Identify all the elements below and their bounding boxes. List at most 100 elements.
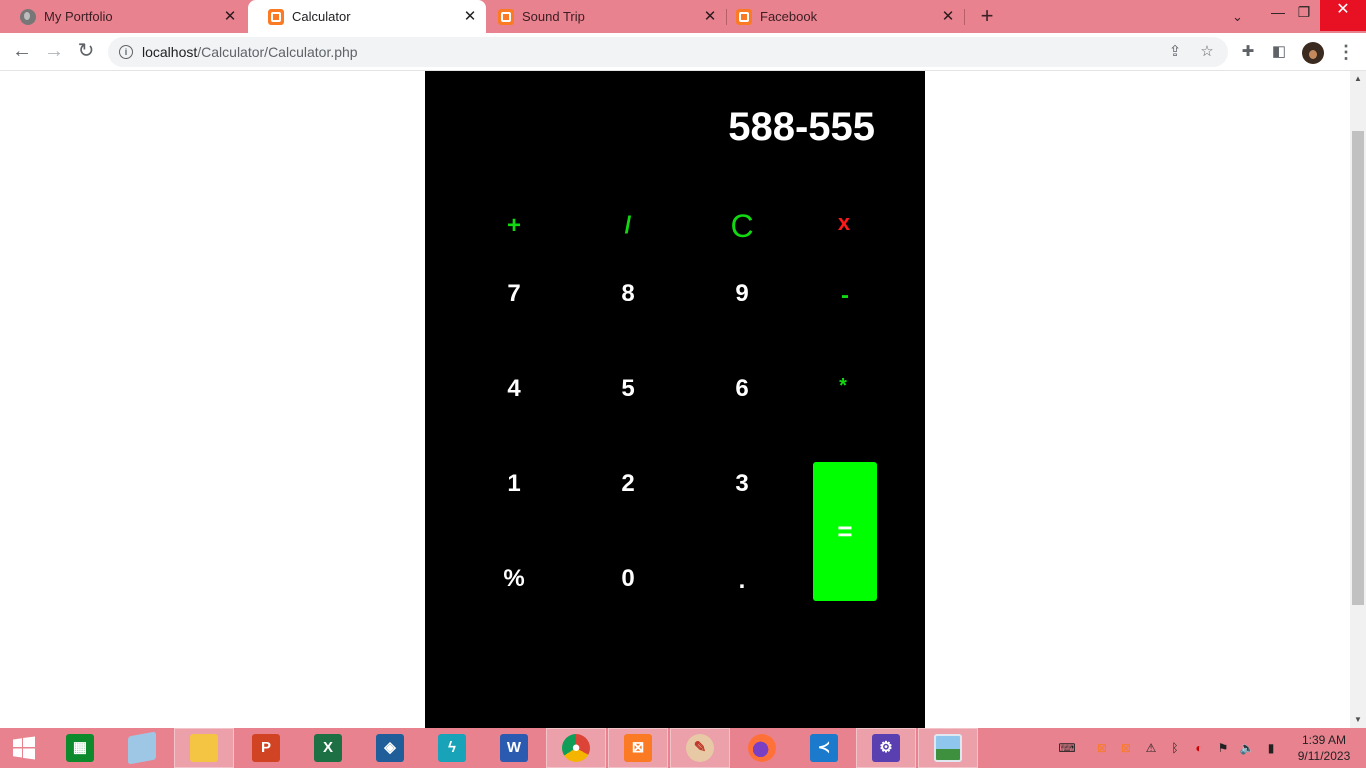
paint-icon[interactable]: ✎ bbox=[670, 728, 730, 768]
browser-toolbar: ← → ↻ i localhost/Calculator/Calculator.… bbox=[0, 33, 1366, 71]
virtualbox-icon[interactable]: ◈ bbox=[360, 728, 420, 768]
action-center-flag-icon[interactable]: ⚑ bbox=[1214, 739, 1232, 757]
virtualbox-glyph: ◈ bbox=[376, 734, 404, 762]
keyboard-icon[interactable]: ⌨ bbox=[1052, 739, 1082, 757]
clock-date: 9/11/2023 bbox=[1297, 749, 1351, 763]
tab-strip: My Portfolio ✕ Calculator ✕ Sound Trip ✕… bbox=[0, 0, 1366, 33]
tab-sound-trip[interactable]: Sound Trip ✕ bbox=[478, 0, 726, 33]
tab-title: My Portfolio bbox=[44, 9, 113, 24]
key-percent[interactable]: % bbox=[484, 557, 544, 601]
restore-icon[interactable]: ❐ bbox=[1294, 2, 1314, 28]
vscode-icon[interactable]: ≺ bbox=[794, 728, 854, 768]
word-glyph: W bbox=[500, 734, 528, 762]
xampp-icon bbox=[736, 8, 752, 25]
key-decimal[interactable]: . bbox=[712, 559, 772, 603]
tab-title: Facebook bbox=[760, 9, 818, 24]
volume-icon[interactable]: 🔈 bbox=[1238, 739, 1256, 757]
firefox-glyph bbox=[748, 734, 776, 762]
key-9[interactable]: 9 bbox=[712, 272, 772, 316]
tab-divider bbox=[964, 9, 965, 25]
xampp-icon bbox=[268, 8, 284, 25]
site-info-icon[interactable]: i bbox=[119, 45, 133, 59]
taskbar: ▦ P X ◈ ϟ W ● ⊠ ✎ ≺ ⚙ ⌨ ⊠ ⊠ ⚠ ᛒ ◐ ⚑ 🔈 ▮ … bbox=[0, 728, 1366, 768]
tab-title: Calculator bbox=[292, 9, 351, 24]
bolt-glyph: ϟ bbox=[438, 734, 466, 762]
excel-icon[interactable]: X bbox=[298, 728, 358, 768]
chrome-icon[interactable]: ● bbox=[546, 728, 606, 768]
tab-facebook[interactable]: Facebook ✕ bbox=[716, 0, 964, 33]
close-tab-icon[interactable]: ✕ bbox=[940, 8, 956, 25]
scrollbar-thumb[interactable] bbox=[1352, 131, 1364, 605]
profile-avatar[interactable] bbox=[1302, 42, 1324, 64]
key-close[interactable]: x bbox=[814, 201, 874, 245]
photos-icon[interactable] bbox=[918, 728, 978, 768]
key-minus[interactable]: - bbox=[815, 274, 875, 318]
bluetooth-icon[interactable]: ᛒ bbox=[1166, 739, 1184, 757]
key-6[interactable]: 6 bbox=[712, 367, 772, 411]
notepad-icon[interactable] bbox=[112, 728, 172, 768]
store-icon[interactable]: ▦ bbox=[50, 728, 110, 768]
side-panel-icon[interactable]: ◧ bbox=[1269, 42, 1289, 62]
tab-search-chevron-icon[interactable]: ⌄ bbox=[1232, 9, 1248, 24]
powerpoint-glyph: P bbox=[252, 734, 280, 762]
back-arrow-icon[interactable]: ← bbox=[10, 40, 34, 64]
gear-glyph: ⚙ bbox=[872, 734, 900, 762]
store-glyph: ▦ bbox=[66, 734, 94, 762]
share-icon[interactable]: ⇪ bbox=[1166, 43, 1184, 61]
key-divide[interactable]: / bbox=[598, 204, 658, 248]
key-equals[interactable]: = bbox=[813, 462, 877, 601]
key-1[interactable]: 1 bbox=[484, 462, 544, 506]
tab-calculator[interactable]: Calculator ✕ bbox=[248, 0, 486, 33]
bookmark-star-icon[interactable]: ☆ bbox=[1198, 43, 1216, 61]
antivirus-icon[interactable]: ◐ bbox=[1190, 739, 1208, 757]
file-explorer-icon[interactable] bbox=[174, 728, 234, 768]
tab-title: Sound Trip bbox=[522, 9, 585, 24]
scroll-down-arrow-icon[interactable]: ▼ bbox=[1350, 712, 1366, 728]
xampp-tray-icon-2[interactable]: ⊠ bbox=[1118, 739, 1134, 757]
clock-time: 1:39 AM bbox=[1301, 733, 1347, 747]
key-8[interactable]: 8 bbox=[598, 272, 658, 316]
kebab-menu-icon[interactable]: ⋮ bbox=[1337, 41, 1355, 63]
url-text[interactable]: localhost/Calculator/Calculator.php bbox=[142, 44, 358, 60]
scroll-up-arrow-icon[interactable]: ▲ bbox=[1350, 71, 1366, 87]
windows-start-icon[interactable] bbox=[0, 728, 48, 768]
key-plus[interactable]: + bbox=[484, 204, 544, 248]
firefox-icon[interactable] bbox=[732, 728, 792, 768]
power-automate-icon[interactable]: ϟ bbox=[422, 728, 482, 768]
key-2[interactable]: 2 bbox=[598, 462, 658, 506]
battery-icon[interactable]: ▮ bbox=[1262, 739, 1280, 757]
new-tab-button[interactable]: + bbox=[976, 5, 998, 28]
chrome-glyph: ● bbox=[562, 734, 590, 762]
globe-icon bbox=[20, 8, 36, 25]
url-path: /Calculator/Calculator.php bbox=[197, 44, 358, 60]
excel-glyph: X bbox=[314, 734, 342, 762]
page-scrollbar[interactable]: ▲ ▼ bbox=[1350, 71, 1366, 728]
close-tab-icon[interactable]: ✕ bbox=[222, 8, 238, 25]
system-clock[interactable]: 1:39 AM 9/11/2023 bbox=[1286, 732, 1362, 764]
palette-glyph: ✎ bbox=[686, 734, 714, 762]
reload-icon[interactable]: ↻ bbox=[74, 40, 98, 64]
xampp-tray-icon[interactable]: ⊠ bbox=[1094, 739, 1110, 757]
xampp-glyph: ⊠ bbox=[624, 734, 652, 762]
minimize-icon[interactable]: — bbox=[1268, 2, 1288, 28]
key-7[interactable]: 7 bbox=[484, 272, 544, 316]
forward-arrow-icon[interactable]: → bbox=[42, 40, 66, 64]
word-icon[interactable]: W bbox=[484, 728, 544, 768]
key-3[interactable]: 3 bbox=[712, 462, 772, 506]
folder-glyph bbox=[190, 734, 218, 762]
key-0[interactable]: 0 bbox=[598, 557, 658, 601]
powerpoint-icon[interactable]: P bbox=[236, 728, 296, 768]
address-bar[interactable]: i localhost/Calculator/Calculator.php ⇪ … bbox=[108, 37, 1228, 67]
close-tab-icon[interactable]: ✕ bbox=[462, 8, 478, 25]
vscode-glyph: ≺ bbox=[810, 734, 838, 762]
network-disconnected-icon[interactable]: ⚠ bbox=[1142, 739, 1160, 757]
window-close-icon[interactable]: ✕ bbox=[1320, 0, 1366, 31]
key-clear[interactable]: C bbox=[712, 204, 772, 248]
key-4[interactable]: 4 bbox=[484, 367, 544, 411]
settings-icon[interactable]: ⚙ bbox=[856, 728, 916, 768]
key-multiply[interactable]: * bbox=[813, 364, 873, 408]
tab-my-portfolio[interactable]: My Portfolio ✕ bbox=[0, 0, 246, 33]
extensions-puzzle-icon[interactable]: ✚ bbox=[1238, 42, 1258, 62]
key-5[interactable]: 5 bbox=[598, 367, 658, 411]
xampp-icon[interactable]: ⊠ bbox=[608, 728, 668, 768]
